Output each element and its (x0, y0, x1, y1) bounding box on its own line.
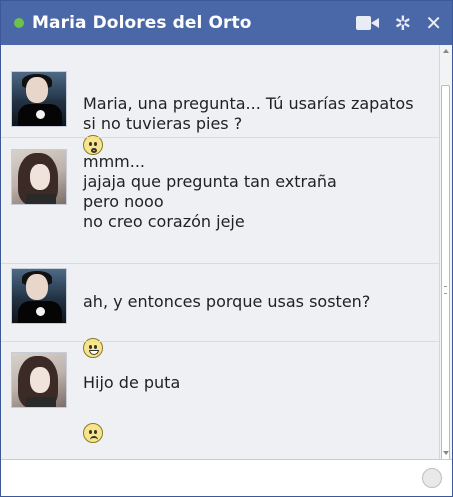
chat-window: Maria Dolores del Orto ✲ ✕ Maria, una pr… (0, 0, 453, 497)
message-list: Maria, una pregunta... Tú usarías zapato… (1, 45, 439, 459)
message-text: mmm... jajaja que pregunta tan extraña p… (83, 152, 337, 231)
crying-emoji (83, 423, 103, 443)
gear-icon[interactable]: ✲ (394, 13, 411, 33)
message-row: Maria, una pregunta... Tú usarías zapato… (1, 59, 439, 155)
message-row: Hijo de puta (1, 341, 439, 459)
scroll-up-arrow-icon[interactable] (443, 49, 449, 53)
smiley-icon[interactable] (422, 468, 442, 488)
scrollbar[interactable] (439, 45, 452, 483)
scroll-down-arrow-icon[interactable] (443, 451, 449, 455)
avatar-a[interactable] (11, 71, 67, 127)
online-status-icon (14, 18, 24, 28)
message-input-bar (1, 459, 452, 496)
video-camera-icon[interactable] (356, 15, 380, 31)
titlebar-actions: ✲ ✕ (356, 1, 442, 45)
message-row: mmm... jajaja que pregunta tan extraña p… (1, 137, 439, 264)
avatar-b[interactable] (11, 149, 67, 205)
message-input[interactable] (5, 464, 409, 494)
avatar-a[interactable] (11, 268, 67, 324)
message-text: Hijo de puta (83, 353, 423, 443)
chat-titlebar[interactable]: Maria Dolores del Orto ✲ ✕ (1, 1, 452, 45)
chat-title[interactable]: Maria Dolores del Orto (32, 13, 252, 33)
message-row: ah, y entonces porque usas sosten? (1, 263, 439, 358)
avatar-b[interactable] (11, 352, 67, 408)
scrollbar-thumb[interactable] (441, 85, 450, 483)
close-icon[interactable]: ✕ (425, 13, 442, 33)
